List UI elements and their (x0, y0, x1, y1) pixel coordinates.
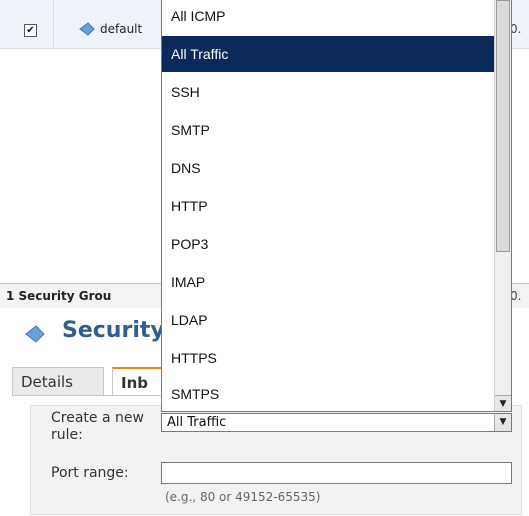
security-group-icon (79, 22, 95, 36)
dropdown-option[interactable]: HTTP (162, 188, 495, 224)
column-divider (53, 0, 54, 48)
port-range-hint: (e.g., 80 or 49152-65535) (165, 490, 321, 504)
dropdown-option[interactable]: SMTPS (162, 376, 495, 411)
port-range-label: Port range: (51, 465, 129, 481)
port-range-input[interactable] (161, 462, 512, 484)
create-rule-label: Create a new rule: (51, 410, 144, 443)
security-group-icon (25, 325, 45, 343)
group-name[interactable]: default (100, 22, 142, 36)
rule-type-select[interactable]: All Traffic ▼ (161, 413, 512, 432)
row-checkbox[interactable]: ✔ (24, 24, 37, 37)
dropdown-option[interactable]: SSH (162, 74, 495, 110)
dropdown-option[interactable]: POP3 (162, 226, 495, 262)
dropdown-scrollbar[interactable]: ▼ (494, 0, 511, 411)
chevron-down-icon[interactable]: ▼ (494, 414, 511, 431)
page-title: Security (62, 318, 165, 343)
dropdown-option-selected[interactable]: All Traffic (162, 36, 495, 72)
group-count-text: 1 Security Grou (6, 289, 112, 303)
dropdown-option[interactable]: IMAP (162, 264, 495, 300)
dropdown-option[interactable]: DNS (162, 150, 495, 186)
dropdown-option[interactable]: LDAP (162, 302, 495, 338)
rule-type-dropdown-list[interactable]: All ICMP All Traffic SSH SMTP DNS HTTP P… (161, 0, 512, 412)
tab-details[interactable]: Details (12, 367, 104, 395)
dropdown-option[interactable]: HTTPS (162, 340, 495, 376)
dropdown-option[interactable]: SMTP (162, 112, 495, 148)
dropdown-option[interactable]: All ICMP (162, 0, 495, 34)
scrollbar-thumb[interactable] (496, 0, 510, 252)
rule-type-value: All Traffic (167, 415, 227, 430)
scroll-down-icon[interactable]: ▼ (495, 395, 511, 411)
